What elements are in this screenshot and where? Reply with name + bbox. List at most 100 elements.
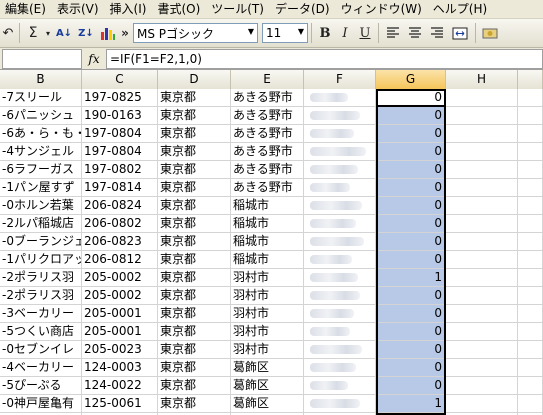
cell-b[interactable]: -2ポラリス羽 [0, 269, 82, 287]
cell-d[interactable]: 東京都 [158, 359, 231, 377]
cell-e[interactable]: 稲城市 [231, 197, 304, 215]
cell-g[interactable]: 0 [376, 305, 446, 323]
cell-g[interactable]: 0 [376, 161, 446, 179]
cell-f[interactable] [304, 89, 376, 107]
cell-i[interactable] [518, 359, 543, 377]
cell-e[interactable]: 葛飾区 [231, 359, 304, 377]
cell-i[interactable] [518, 143, 543, 161]
worksheet-grid[interactable]: -7スリール 197-0825 東京都 あきる野市 0 -6パニッシュ 190-0163 東京… [0, 89, 543, 415]
cell-f[interactable] [304, 377, 376, 395]
cell-c[interactable]: 197-0825 [82, 89, 158, 107]
cell-g[interactable]: 0 [376, 125, 446, 143]
cell-e[interactable]: 稲城市 [231, 215, 304, 233]
cell-i[interactable] [518, 395, 543, 413]
cell-i[interactable] [518, 179, 543, 197]
formula-input[interactable]: =IF(F1=F2,1,0) [106, 48, 543, 69]
cell-c[interactable]: 205-0001 [82, 323, 158, 341]
cell-f[interactable] [304, 233, 376, 251]
column-header-b[interactable]: B [0, 70, 82, 89]
cell-i[interactable] [518, 89, 543, 107]
cell-i[interactable] [518, 287, 543, 305]
autosum-dropdown-icon[interactable]: ▾ [43, 22, 53, 44]
cell-c[interactable]: 206-0802 [82, 215, 158, 233]
cell-f[interactable] [304, 179, 376, 197]
cell-g[interactable]: 0 [376, 251, 446, 269]
cell-g[interactable]: 0 [376, 341, 446, 359]
underline-button[interactable]: U [355, 22, 375, 44]
cell-f[interactable] [304, 341, 376, 359]
cell-b[interactable]: -5つくい商店 [0, 323, 82, 341]
cell-b[interactable]: -0セブンイレ [0, 341, 82, 359]
cell-g[interactable]: 1 [376, 269, 446, 287]
align-center-button[interactable] [404, 22, 426, 44]
font-name-select[interactable]: MS Pゴシック ▼ [133, 23, 258, 43]
cell-e[interactable]: あきる野市 [231, 161, 304, 179]
cell-d[interactable]: 東京都 [158, 125, 231, 143]
cell-f[interactable] [304, 107, 376, 125]
cell-b[interactable]: -5ぴーぷる [0, 377, 82, 395]
cell-d[interactable]: 東京都 [158, 305, 231, 323]
cell-e[interactable]: あきる野市 [231, 179, 304, 197]
menu-item[interactable]: 書式(O) [152, 0, 206, 19]
menu-item[interactable]: データ(D) [270, 0, 336, 19]
cell-c[interactable]: 197-0804 [82, 143, 158, 161]
cell-g[interactable]: 0 [376, 179, 446, 197]
cell-i[interactable] [518, 341, 543, 359]
cell-i[interactable] [518, 197, 543, 215]
cell-f[interactable] [304, 269, 376, 287]
cell-b[interactable]: -0ブーランジェ [0, 233, 82, 251]
cell-b[interactable]: -1パン屋すず [0, 179, 82, 197]
cell-i[interactable] [518, 161, 543, 179]
cell-e[interactable]: 羽村市 [231, 341, 304, 359]
cell-c[interactable]: 206-0812 [82, 251, 158, 269]
column-header-e[interactable]: E [231, 70, 304, 89]
cell-b[interactable]: -6あ・ら・も・ [0, 125, 82, 143]
cell-c[interactable]: 205-0002 [82, 269, 158, 287]
cell-f[interactable] [304, 143, 376, 161]
cell-c[interactable]: 197-0802 [82, 161, 158, 179]
cell-d[interactable]: 東京都 [158, 215, 231, 233]
menu-item[interactable]: ツール(T) [206, 0, 270, 19]
cell-b[interactable]: -4ベーカリー [0, 359, 82, 377]
cell-f[interactable] [304, 197, 376, 215]
cell-e[interactable]: あきる野市 [231, 125, 304, 143]
cell-h[interactable] [446, 395, 518, 413]
active-cell[interactable]: 0 [376, 89, 446, 107]
cell-b[interactable]: -7スリール [0, 89, 82, 107]
cell-b[interactable]: -4サンジェル [0, 143, 82, 161]
cell-d[interactable]: 東京都 [158, 233, 231, 251]
cell-f[interactable] [304, 323, 376, 341]
cell-e[interactable]: 葛飾区 [231, 377, 304, 395]
cell-i[interactable] [518, 107, 543, 125]
cell-h[interactable] [446, 161, 518, 179]
cell-g[interactable]: 0 [376, 377, 446, 395]
cell-g[interactable]: 0 [376, 107, 446, 125]
cell-d[interactable]: 東京都 [158, 287, 231, 305]
cell-i[interactable] [518, 215, 543, 233]
menu-item[interactable]: ヘルプ(H) [428, 0, 493, 19]
cell-d[interactable]: 東京都 [158, 197, 231, 215]
cell-d[interactable]: 東京都 [158, 341, 231, 359]
cell-d[interactable]: 東京都 [158, 251, 231, 269]
autosum-button[interactable]: Σ [23, 22, 43, 44]
bold-button[interactable]: B [315, 22, 335, 44]
cell-d[interactable]: 東京都 [158, 179, 231, 197]
cell-d[interactable]: 東京都 [158, 89, 231, 107]
cell-h[interactable] [446, 179, 518, 197]
cell-c[interactable]: 197-0804 [82, 125, 158, 143]
cell-f[interactable] [304, 287, 376, 305]
cell-f[interactable] [304, 251, 376, 269]
cell-b[interactable]: -6ラフーガス [0, 161, 82, 179]
cell-e[interactable]: 羽村市 [231, 305, 304, 323]
cell-e[interactable]: 葛飾区 [231, 395, 304, 413]
cell-i[interactable] [518, 233, 543, 251]
undo-button[interactable]: ↶ [0, 22, 16, 44]
menu-item[interactable]: 編集(E) [0, 0, 52, 19]
cell-g[interactable]: 0 [376, 215, 446, 233]
chart-wizard-button[interactable] [97, 22, 119, 44]
cell-h[interactable] [446, 359, 518, 377]
cell-h[interactable] [446, 125, 518, 143]
cell-i[interactable] [518, 305, 543, 323]
cell-h[interactable] [446, 251, 518, 269]
cell-h[interactable] [446, 287, 518, 305]
